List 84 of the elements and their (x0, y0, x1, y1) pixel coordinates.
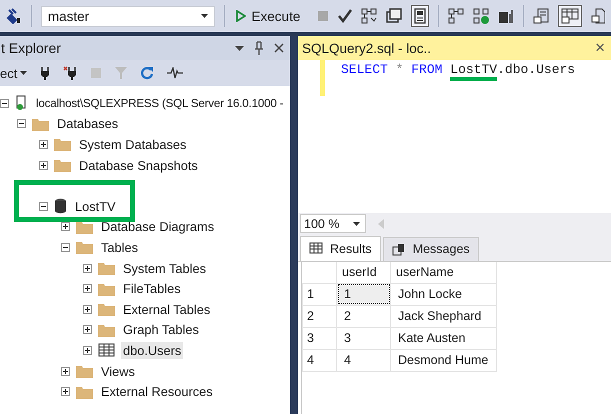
plug-icon[interactable] (6, 8, 22, 24)
expand-toggle[interactable] (83, 304, 92, 314)
document-tab[interactable]: SQLQuery2.sql - loc.. × (298, 36, 611, 60)
play-icon (236, 10, 246, 22)
dropdown-caret-icon (200, 14, 208, 18)
activity-icon[interactable] (167, 67, 184, 79)
expand-toggle[interactable] (61, 387, 70, 396)
folder-icon (76, 363, 93, 380)
pin-icon[interactable] (254, 41, 264, 55)
checkmark-icon[interactable] (338, 9, 352, 23)
expand-toggle[interactable] (17, 119, 26, 128)
tree-item[interactable]: External Resources (99, 383, 215, 400)
table-cell: 2 (336, 305, 390, 327)
tree-item[interactable]: Tables (99, 238, 140, 256)
file-results-icon[interactable] (590, 8, 605, 24)
expand-toggle[interactable] (61, 222, 70, 232)
database-name: master (48, 8, 90, 24)
tree-item[interactable]: External Tables (121, 300, 212, 318)
table-cell: Desmond Hume (390, 349, 496, 371)
dropdown-caret-icon[interactable] (235, 46, 244, 50)
expand-toggle[interactable] (83, 284, 92, 294)
text-results-icon[interactable] (532, 8, 549, 24)
close-icon[interactable] (274, 43, 284, 53)
close-button[interactable]: × (595, 38, 605, 58)
calculator-icon[interactable] (414, 8, 426, 24)
expand-toggle[interactable] (39, 202, 48, 211)
tree-item[interactable]: Database Snapshots (77, 156, 200, 174)
results-tab[interactable]: Results (300, 236, 381, 260)
server-icon (15, 95, 28, 112)
expand-toggle[interactable] (39, 140, 48, 149)
folder-icon (54, 157, 71, 174)
grid-icon (309, 242, 323, 255)
row-number: 3 (302, 327, 336, 349)
change-margin (320, 60, 325, 96)
table-cell: 3 (336, 327, 390, 349)
database-icon (54, 198, 67, 214)
tree-item[interactable]: Views (99, 362, 137, 380)
expand-toggle[interactable] (61, 366, 70, 376)
panel-title: t Explorer (1, 40, 61, 56)
row-number: 2 (302, 305, 336, 327)
tab-title: SQLQuery2.sql - loc.. (302, 40, 432, 56)
column-header[interactable]: userName (390, 262, 496, 283)
expand-toggle[interactable] (83, 325, 92, 334)
execute-button[interactable]: Execute (234, 8, 308, 24)
tree-item[interactable]: FileTables (121, 280, 183, 298)
table-cell: 1 (336, 283, 390, 305)
table-cell: Jack Shephard (390, 305, 496, 327)
folder-icon (98, 260, 115, 276)
zoom-dropdown[interactable]: 100 % (300, 214, 366, 233)
tree-item[interactable]: dbo.Users (121, 342, 184, 359)
tree-item[interactable]: LostTV (73, 198, 118, 215)
tree-item[interactable]: System Databases (77, 136, 188, 153)
expand-toggle[interactable] (39, 160, 48, 170)
dropdown-caret-icon (20, 71, 28, 75)
zoom-level: 100 % (304, 216, 340, 230)
tree-item[interactable]: Databases (55, 115, 120, 132)
tree-item[interactable]: Database Diagrams (99, 218, 216, 236)
database-dropdown[interactable]: master (40, 6, 215, 26)
folder-icon (76, 239, 93, 256)
expand-toggle[interactable] (83, 264, 92, 273)
table-cell: Kate Austen (390, 327, 496, 349)
expand-toggle[interactable] (0, 98, 9, 108)
chart-icon[interactable] (498, 8, 514, 24)
table-cell: John Locke (390, 283, 496, 305)
folder-icon (54, 136, 71, 152)
refresh-icon[interactable] (140, 66, 154, 80)
table-icon (98, 342, 115, 358)
expand-toggle[interactable] (83, 346, 92, 355)
grid-results-icon[interactable] (560, 8, 579, 24)
plug-icon[interactable] (40, 66, 50, 80)
dropdown-caret-icon (353, 222, 360, 226)
row-number: 4 (302, 349, 336, 371)
table-cell: 4 (336, 349, 390, 371)
disconnect-icon[interactable] (63, 66, 78, 80)
folder-icon (98, 301, 115, 318)
windows-icon[interactable] (386, 8, 402, 24)
tree-item[interactable]: System Tables (121, 260, 208, 277)
results-tab[interactable]: Messages (382, 236, 479, 260)
tree-item[interactable]: localhost\SQLEXPRESS (SQL Server 16.0.1000 - (34, 96, 286, 111)
expand-toggle[interactable] (61, 242, 70, 252)
tree-item[interactable]: Graph Tables (121, 321, 201, 338)
column-header[interactable]: userId (336, 262, 390, 283)
messages-icon (392, 242, 406, 256)
connect-button[interactable]: ect (0, 66, 28, 80)
